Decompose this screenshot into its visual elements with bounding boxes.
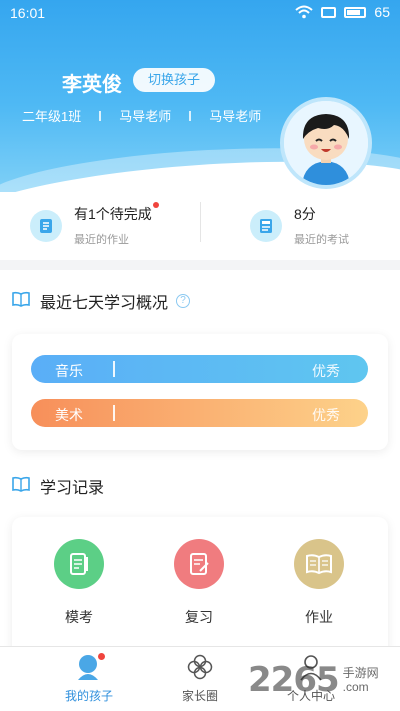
overview-title: 最近七天学习概况 — [40, 295, 169, 312]
bar-marker — [113, 361, 115, 377]
info-divider — [189, 110, 192, 121]
bar-marker — [113, 405, 115, 421]
grade-label: 优秀 — [312, 363, 340, 379]
records-section-title: 学习记录 — [12, 474, 104, 498]
nav-parent-circle[interactable]: 家长圈 — [155, 653, 245, 704]
exam-icon — [250, 209, 282, 242]
child-info-row: 二年级1班 马导老师 马导老师 — [22, 106, 261, 125]
book-icon — [12, 291, 30, 312]
battery-level: 65 — [374, 4, 390, 20]
book-icon — [12, 476, 30, 497]
site-watermark: 2265 手游网 .com — [248, 660, 379, 700]
exam-summary[interactable]: 8分 最近的考试 — [250, 204, 349, 247]
exam-subtitle: 最近的考试 — [294, 234, 349, 246]
teacher-label-2: 马导老师 — [209, 109, 262, 124]
summary-divider — [200, 202, 201, 242]
records-title: 学习记录 — [40, 480, 105, 497]
clover-icon — [186, 653, 214, 681]
info-divider — [99, 110, 102, 121]
homework-icon — [30, 209, 62, 242]
watermark-suffix: 手游网 — [342, 666, 379, 680]
grade-label: 优秀 — [312, 407, 340, 423]
mock-exam-icon — [54, 539, 104, 589]
nav-label: 我的孩子 — [64, 689, 113, 703]
homework-subtitle: 最近的作业 — [74, 234, 129, 246]
mock-exam-label: 模考 — [65, 609, 93, 625]
switch-child-button[interactable]: 切换孩子 — [133, 68, 215, 92]
review-icon — [174, 539, 224, 589]
nav-my-child[interactable]: 我的孩子 — [44, 653, 134, 704]
watermark-domain: .com — [342, 680, 369, 694]
help-icon[interactable]: ? — [176, 294, 191, 308]
review-label: 复习 — [185, 609, 213, 625]
exam-title: 8分 — [294, 206, 316, 222]
class-label: 二年级1班 — [22, 109, 82, 124]
watermark-number: 2265 — [248, 660, 340, 700]
profile-header: 16:01 65 李英俊 切换孩子 二年级1班 马导老师 马导老师 — [0, 0, 400, 192]
study-records-card: 模考 复习 作业 — [12, 517, 388, 657]
notification-dot — [98, 653, 105, 660]
subject-label: 音乐 — [55, 363, 83, 379]
homework-label: 作业 — [305, 609, 333, 625]
wifi-icon — [295, 5, 314, 19]
homework-summary[interactable]: 有1个待完成 最近的作业 — [30, 202, 159, 247]
window-icon — [321, 6, 337, 18]
mock-exam-button[interactable]: 模考 — [39, 539, 119, 627]
summary-card: 有1个待完成 最近的作业 8分 最近的考试 — [0, 192, 400, 260]
status-bar: 16:01 65 — [0, 0, 400, 26]
teacher-label: 马导老师 — [119, 109, 172, 124]
overview-section-title: 最近七天学习概况 ? — [12, 289, 191, 313]
music-stat-bar[interactable]: 音乐 优秀 — [31, 355, 368, 383]
child-name: 李英俊 — [62, 74, 122, 96]
notification-dot — [152, 202, 159, 208]
study-overview-card: 音乐 优秀 美术 优秀 — [12, 334, 388, 450]
status-time: 16:01 — [10, 5, 46, 21]
open-book-icon — [294, 539, 344, 589]
nav-label: 家长圈 — [181, 689, 218, 703]
homework-button[interactable]: 作业 — [279, 539, 359, 627]
art-stat-bar[interactable]: 美术 优秀 — [31, 399, 368, 427]
battery-icon — [344, 6, 367, 18]
review-button[interactable]: 复习 — [159, 539, 239, 627]
homework-title: 有1个待完成 — [74, 202, 159, 224]
child-nav-icon — [75, 653, 105, 681]
subject-label: 美术 — [55, 407, 83, 423]
child-avatar[interactable] — [280, 97, 372, 189]
